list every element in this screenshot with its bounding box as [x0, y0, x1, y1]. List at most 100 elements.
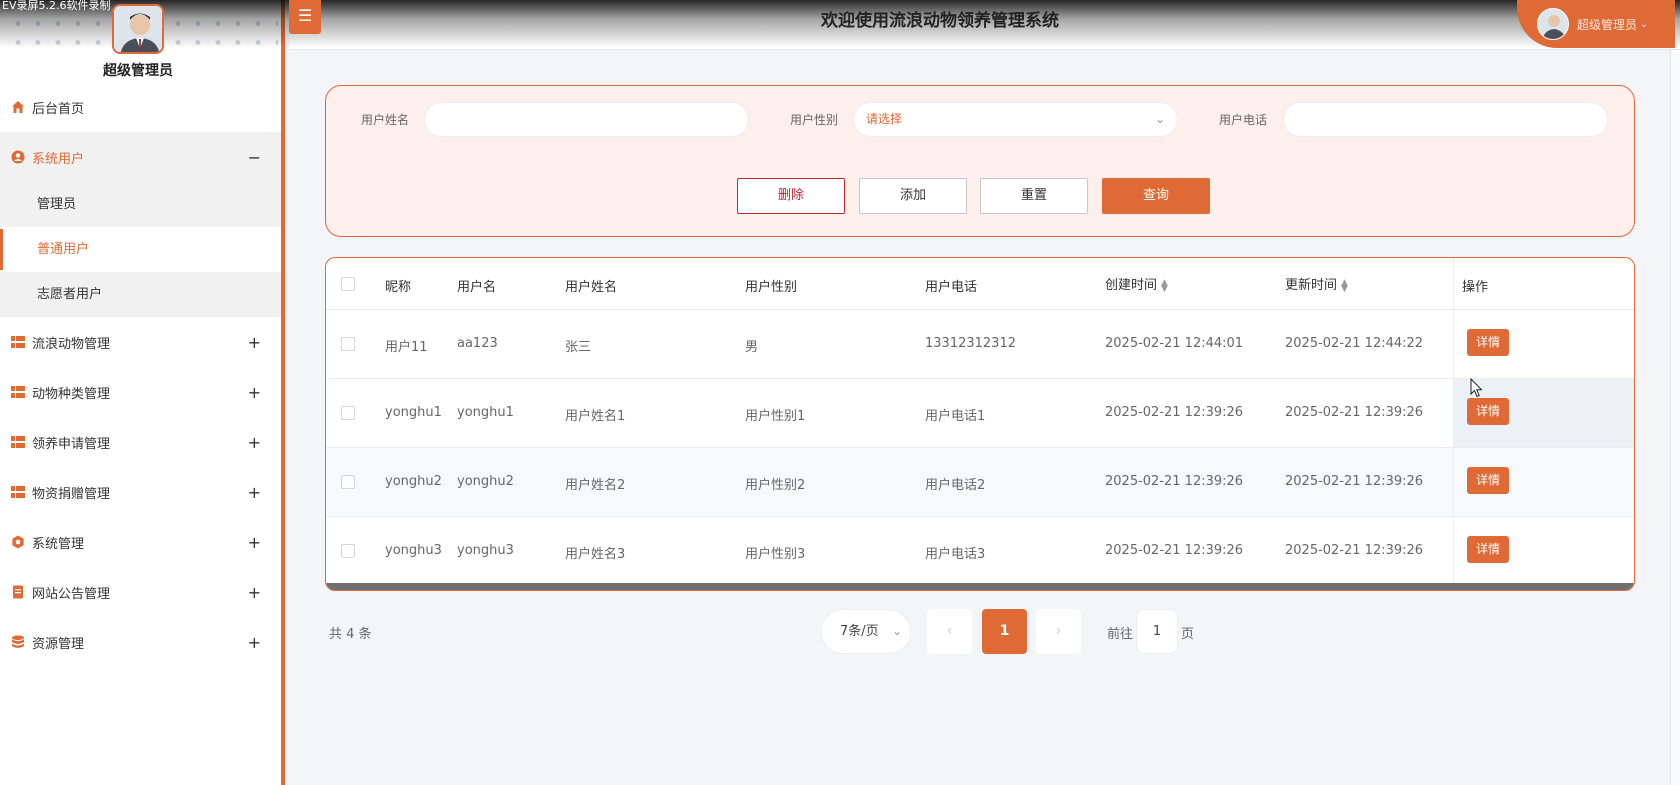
- next-page-button[interactable]: ›: [1036, 609, 1081, 654]
- delete-button[interactable]: 删除: [737, 178, 845, 214]
- column-header: 昵称: [385, 280, 412, 295]
- sidebar-subitem-volunteers[interactable]: 志愿者用户: [0, 272, 281, 317]
- sidebar-subitem-normal-users[interactable]: 普通用户: [0, 227, 281, 272]
- phone-input[interactable]: [1283, 102, 1608, 137]
- cell-username: yonghu1: [457, 405, 514, 420]
- grid-icon: [11, 435, 25, 449]
- sortable-column-header[interactable]: 创建时间 ▲ ▼: [1105, 274, 1168, 293]
- column-header-label: 更新时间: [1285, 278, 1338, 293]
- user-circle-icon: [11, 150, 25, 164]
- sidebar-subitem-admin[interactable]: 管理员: [0, 182, 281, 227]
- cell-created: 2025-02-21 12:39:26: [1105, 543, 1244, 558]
- total-count: 共 4 条: [329, 627, 372, 642]
- expand-icon[interactable]: +: [248, 583, 261, 602]
- user-menu[interactable]: 超级管理员 ⌄: [1517, 0, 1675, 48]
- sidebar-item-label: 领养申请管理: [32, 436, 111, 452]
- name-input[interactable]: [424, 102, 749, 137]
- expand-icon[interactable]: +: [248, 433, 261, 452]
- chevron-down-icon: ⌄: [891, 624, 902, 638]
- expand-icon[interactable]: +: [248, 633, 261, 652]
- sidebar-menu: 后台首页 系统用户 − 管理员 普通用户 志愿者用户 流浪动物管理 + 动物种类…: [0, 82, 281, 667]
- cell-gender: 用户性别2: [745, 478, 806, 493]
- goto-page-input[interactable]: 1: [1136, 609, 1178, 654]
- cell-nickname: 用户11: [385, 340, 428, 355]
- cell-nickname: yonghu1: [385, 405, 442, 420]
- submenu-system-users: 管理员 普通用户 志愿者用户: [0, 182, 281, 317]
- expand-icon[interactable]: +: [248, 383, 261, 402]
- cell-realname: 用户姓名2: [565, 478, 626, 493]
- detail-button[interactable]: 详情: [1467, 467, 1509, 494]
- cell-updated: 2025-02-21 12:39:26: [1285, 543, 1424, 558]
- prev-page-button[interactable]: ‹: [927, 609, 972, 654]
- expand-icon[interactable]: +: [248, 533, 261, 552]
- notice-icon: [11, 585, 25, 599]
- cell-gender: 男: [745, 340, 759, 355]
- sidebar-item-label: 系统管理: [32, 536, 85, 552]
- home-icon: [11, 100, 25, 114]
- gender-select[interactable]: 请选择 ⌄: [853, 102, 1178, 137]
- page-scrollbar[interactable]: [1670, 50, 1680, 785]
- cell-realname: 张三: [565, 340, 592, 355]
- avatar: [1537, 8, 1569, 40]
- sidebar-item-resources[interactable]: 资源管理 +: [0, 617, 281, 667]
- detail-button[interactable]: 详情: [1467, 329, 1509, 356]
- cell-realname: 用户姓名1: [565, 409, 626, 424]
- users-table: 昵称 用户名 用户姓名 用户性别 用户电话 创建时间 ▲ ▼ 更新时间 ▲ ▼ 操作 用…: [325, 257, 1635, 591]
- sidebar-item-animal-types[interactable]: 动物种类管理 +: [0, 367, 281, 417]
- search-panel: 用户姓名 用户性别 请选择 ⌄ 用户电话 删除 添加 重置 查询: [325, 85, 1635, 237]
- column-header: 用户电话: [925, 280, 978, 295]
- column-header: 用户名: [457, 280, 497, 295]
- cell-updated: 2025-02-21 12:44:22: [1285, 336, 1424, 351]
- select-all-checkbox[interactable]: [341, 277, 355, 291]
- query-button[interactable]: 查询: [1102, 178, 1210, 214]
- menu-toggle-button[interactable]: ☰: [289, 0, 321, 34]
- cell-phone: 用户电话3: [925, 547, 986, 562]
- sidebar-item-donations[interactable]: 物资捐赠管理 +: [0, 467, 281, 517]
- page-size-select[interactable]: 7条/页 ⌄: [821, 609, 911, 654]
- row-checkbox[interactable]: [341, 337, 355, 351]
- sidebar-item-announcements[interactable]: 网站公告管理 +: [0, 567, 281, 617]
- page-title: 欢迎使用流浪动物领养管理系统: [821, 11, 1059, 31]
- sidebar-item-system-users[interactable]: 系统用户 −: [0, 132, 281, 182]
- cell-username: yonghu3: [457, 543, 514, 558]
- reset-button[interactable]: 重置: [980, 178, 1088, 214]
- sidebar-item-label: 流浪动物管理: [32, 336, 111, 352]
- cell-phone: 用户电话2: [925, 478, 986, 493]
- expand-icon[interactable]: +: [248, 333, 261, 352]
- sidebar-item-system-management[interactable]: 系统管理 +: [0, 517, 281, 567]
- add-button[interactable]: 添加: [859, 178, 967, 214]
- expand-icon[interactable]: +: [248, 483, 261, 502]
- sidebar-item-home[interactable]: 后台首页: [0, 82, 281, 132]
- row-checkbox[interactable]: [341, 475, 355, 489]
- collapse-icon[interactable]: −: [248, 148, 261, 167]
- detail-button[interactable]: 详情: [1467, 398, 1509, 425]
- sort-icon[interactable]: ▲ ▼: [1161, 278, 1168, 293]
- recorder-watermark: EV录屏5.2.6软件录制: [2, 0, 111, 12]
- cell-created: 2025-02-21 12:39:26: [1105, 474, 1244, 489]
- cell-nickname: yonghu2: [385, 474, 442, 489]
- cell-phone: 13312312312: [925, 336, 1016, 351]
- row-checkbox[interactable]: [341, 544, 355, 558]
- cell-gender: 用户性别1: [745, 409, 806, 424]
- horizontal-scrollbar[interactable]: [326, 583, 1634, 590]
- cell-nickname: yonghu3: [385, 543, 442, 558]
- sidebar-item-label: 资源管理: [32, 636, 85, 652]
- row-checkbox[interactable]: [341, 406, 355, 420]
- cell-created: 2025-02-21 12:39:26: [1105, 405, 1244, 420]
- table-row: yonghu1 yonghu1 用户姓名1 用户性别1 用户电话1 2025-0…: [326, 379, 1634, 448]
- table-row: yonghu2 yonghu2 用户姓名2 用户性别2 用户电话2 2025-0…: [326, 448, 1634, 517]
- page-number-current[interactable]: 1: [982, 609, 1027, 654]
- gender-label: 用户性别: [790, 113, 839, 127]
- grid-icon: [11, 335, 25, 349]
- name-label: 用户姓名: [361, 113, 410, 127]
- grid-icon: [11, 485, 25, 499]
- sort-icon[interactable]: ▲ ▼: [1341, 278, 1348, 293]
- sortable-column-header[interactable]: 更新时间 ▲ ▼: [1285, 274, 1348, 293]
- sidebar-item-adoption-requests[interactable]: 领养申请管理 +: [0, 417, 281, 467]
- cell-phone: 用户电话1: [925, 409, 986, 424]
- detail-button[interactable]: 详情: [1467, 536, 1509, 563]
- sidebar-item-stray-animals[interactable]: 流浪动物管理 +: [0, 317, 281, 367]
- sidebar-item-label: 系统用户: [32, 151, 85, 167]
- sidebar: 超级管理员 后台首页 系统用户 − 管理员 普通用户 志愿者用户 流浪动物管理 …: [0, 0, 285, 785]
- cell-updated: 2025-02-21 12:39:26: [1285, 474, 1424, 489]
